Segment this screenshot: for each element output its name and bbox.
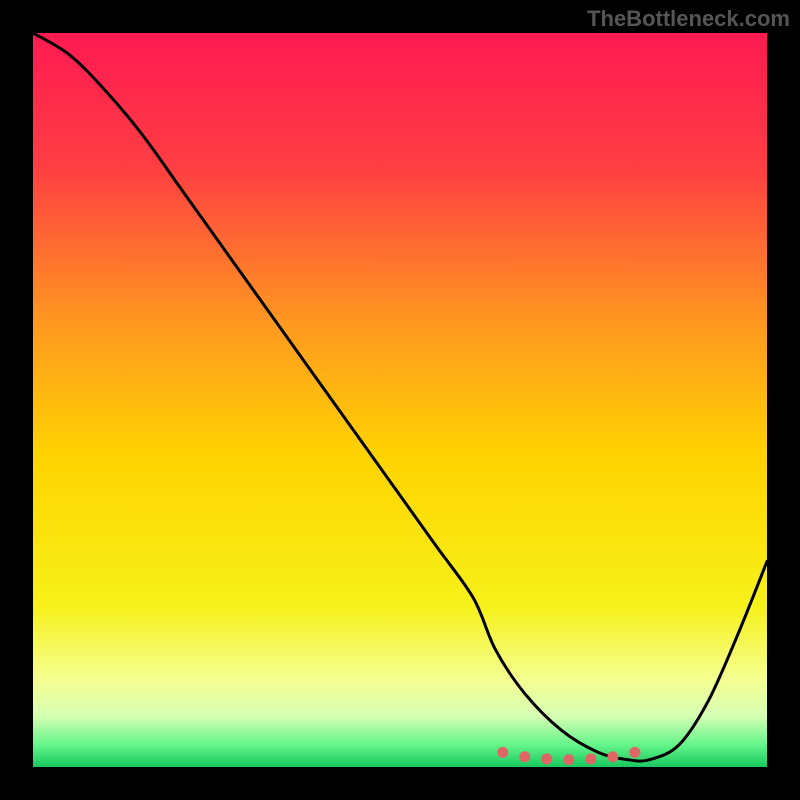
bottleneck-chart	[33, 33, 767, 767]
optimal-point	[541, 753, 552, 764]
optimal-point	[629, 747, 640, 758]
chart-frame	[33, 33, 767, 767]
gradient-background	[33, 33, 767, 767]
optimal-point	[607, 751, 618, 762]
optimal-point	[497, 747, 508, 758]
optimal-point	[563, 754, 574, 765]
watermark-text: TheBottleneck.com	[587, 6, 790, 32]
optimal-point	[585, 753, 596, 764]
optimal-point	[519, 751, 530, 762]
